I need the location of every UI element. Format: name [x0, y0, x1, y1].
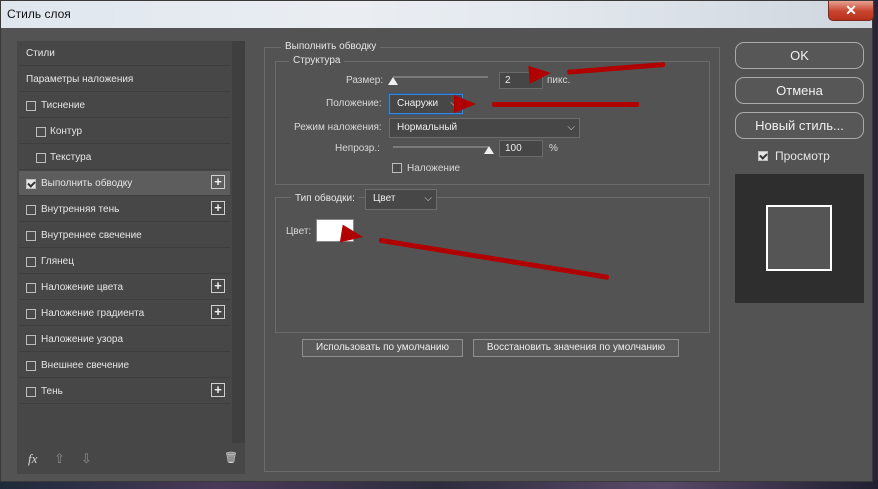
blend-mode-select[interactable]: Нормальный ⌵ [389, 118, 580, 138]
sidebar-item[interactable]: Текстура [19, 145, 230, 170]
structure-group-title: Структура [289, 55, 345, 66]
preview-label: Просмотр [775, 149, 830, 163]
reset-default-button[interactable]: Восстановить значения по умолчанию [473, 339, 679, 357]
position-label: Положение: [326, 98, 382, 109]
opacity-slider-thumb[interactable] [484, 146, 494, 154]
fill-type-select[interactable]: Цвет ⌵ [365, 189, 437, 210]
sidebar-item[interactable]: Внутренняя тень + [19, 197, 230, 222]
sidebar-item-checkbox[interactable] [26, 361, 36, 371]
sidebar-item-checkbox[interactable] [26, 257, 36, 267]
add-effect-icon[interactable]: + [211, 175, 225, 189]
opacity-slider-track[interactable] [393, 146, 488, 148]
sidebar-item-checkbox[interactable] [26, 283, 36, 293]
add-effect-icon[interactable]: + [211, 305, 225, 319]
sidebar-item-label: Внешнее свечение [41, 360, 130, 371]
window-title: Стиль слоя [7, 7, 71, 21]
sidebar-item-checkbox[interactable] [36, 127, 46, 137]
sidebar-item[interactable]: Выполнить обводку + [19, 171, 230, 196]
make-default-button[interactable]: Использовать по умолчанию [302, 339, 463, 357]
style-preview [735, 174, 864, 303]
color-label: Цвет: [286, 226, 312, 237]
sidebar-item[interactable]: Наложение узора [19, 327, 230, 352]
sidebar-item-checkbox[interactable] [26, 335, 36, 345]
sidebar-item-label: Глянец [41, 256, 74, 267]
chevron-down-icon: ⌵ [567, 122, 575, 133]
position-select[interactable]: Снаружи ⌵ [389, 94, 463, 114]
fx-icon[interactable]: fx [28, 451, 37, 467]
fill-type-label: Тип обводки: [291, 193, 359, 204]
fill-type-select-value: Цвет [373, 193, 396, 204]
blend-mode-label: Режим наложения: [294, 122, 382, 133]
sidebar-item-label: Наложение цвета [41, 282, 124, 293]
sidebar-item-label: Выполнить обводку [41, 178, 133, 189]
sidebar-item[interactable]: Контур [19, 119, 230, 144]
annotation-arrowhead [454, 95, 476, 113]
opacity-unit: % [549, 143, 558, 154]
sidebar-item-label: Тиснение [41, 100, 86, 111]
size-slider-track[interactable] [393, 76, 488, 78]
sidebar-item-checkbox[interactable] [26, 205, 36, 215]
cancel-button[interactable]: Отмена [735, 77, 864, 104]
sidebar-item-label: Наложение градиента [41, 308, 145, 319]
sidebar-item-label: Стили [26, 48, 55, 59]
layer-style-dialog: Стиль слоя ✕ Стили Параметры наложения Тис… [0, 0, 874, 482]
sidebar-item[interactable]: Глянец [19, 249, 230, 274]
move-down-icon[interactable]: ⇩ [81, 451, 92, 467]
blend-mode-select-value: Нормальный [397, 122, 458, 133]
sidebar-item[interactable]: Тень + [19, 379, 230, 404]
sidebar-item-label: Тень [41, 386, 63, 397]
chevron-down-icon: ⌵ [424, 193, 432, 204]
sidebar-item-checkbox[interactable] [36, 153, 46, 163]
sidebar-item-label: Наложение узора [41, 334, 124, 345]
sidebar-item[interactable]: Наложение градиента + [19, 301, 230, 326]
move-up-icon[interactable]: ⇧ [54, 451, 65, 467]
style-preview-square [766, 205, 832, 271]
sidebar-item-checkbox[interactable] [26, 231, 36, 241]
sidebar-item-label: Текстура [50, 152, 92, 163]
sidebar-item[interactable]: Внутреннее свечение [19, 223, 230, 248]
size-slider-thumb[interactable] [388, 77, 398, 85]
sidebar-item-checkbox[interactable] [26, 101, 36, 111]
add-effect-icon[interactable]: + [211, 383, 225, 397]
ok-button[interactable]: OK [735, 42, 864, 69]
sidebar-item-label: Контур [50, 126, 83, 137]
sidebar-item-checkbox[interactable] [26, 309, 36, 319]
sidebar-item-label: Внутренняя тень [41, 204, 120, 215]
sidebar-item-label: Параметры наложения [26, 74, 134, 85]
annotation-arrowhead [339, 224, 365, 246]
sidebar-item-checkbox[interactable] [26, 387, 36, 397]
sidebar-item[interactable]: Тиснение [19, 93, 230, 118]
position-select-value: Снаружи [397, 98, 439, 109]
annotation-arrowhead [528, 64, 552, 84]
title-bar: Стиль слоя ✕ [1, 1, 874, 28]
sidebar-item-label: Внутреннее свечение [41, 230, 142, 241]
sidebar-item[interactable]: Внешнее свечение [19, 353, 230, 378]
preview-checkbox[interactable] [758, 151, 768, 161]
add-effect-icon[interactable]: + [211, 279, 225, 293]
stroke-group-title: Выполнить обводку [281, 41, 381, 52]
trash-icon[interactable]: 🗑 [224, 451, 238, 464]
close-button[interactable]: ✕ [828, 1, 874, 21]
overprint-label: Наложение [407, 163, 461, 174]
size-label: Размер: [346, 75, 384, 86]
sidebar-item-checkbox[interactable] [26, 179, 36, 189]
add-effect-icon[interactable]: + [211, 201, 225, 215]
sidebar-item[interactable]: Параметры наложения [19, 67, 230, 92]
fill-type-group [275, 197, 710, 333]
styles-list-scrollbar[interactable] [232, 41, 245, 443]
sidebar-item[interactable]: Стили [19, 41, 230, 66]
sidebar-item[interactable]: Наложение цвета + [19, 275, 230, 300]
new-style-button[interactable]: Новый стиль... [735, 112, 864, 139]
opacity-input[interactable]: 100 [499, 140, 543, 157]
opacity-label: Непрозр.: [335, 143, 380, 154]
overprint-checkbox[interactable] [392, 163, 402, 173]
annotation-arrow [492, 102, 639, 107]
